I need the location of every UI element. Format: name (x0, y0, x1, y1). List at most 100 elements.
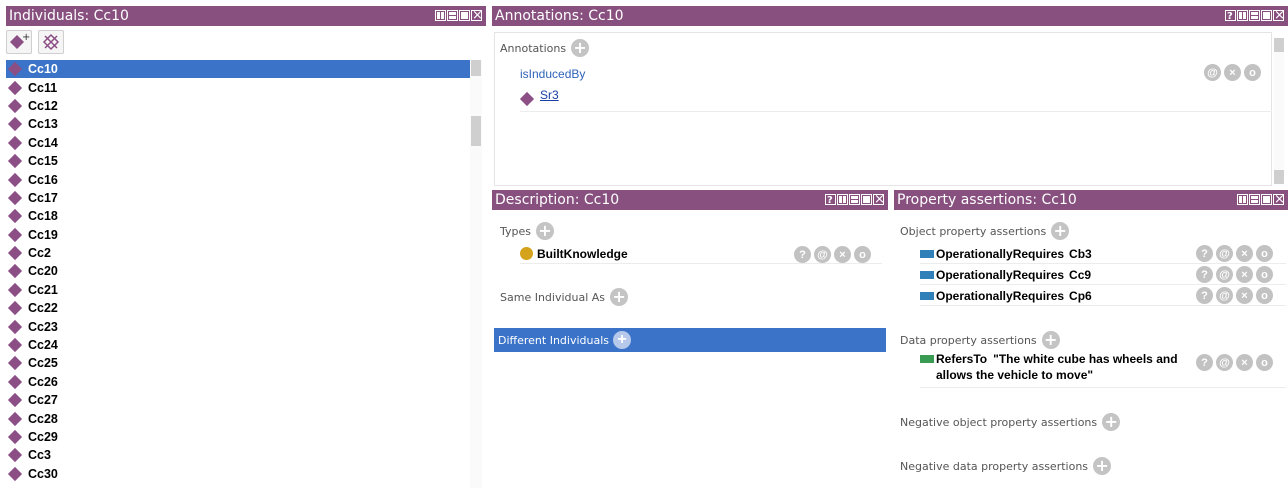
help-icon[interactable]: ? (1196, 266, 1213, 283)
edit-icon[interactable]: o (1256, 245, 1273, 262)
edit-icon[interactable]: o (1256, 266, 1273, 283)
help-icon[interactable] (825, 191, 836, 211)
split-horizontal-icon[interactable] (849, 194, 860, 205)
individuals-scrollbar-thumb[interactable] (471, 116, 481, 146)
list-item[interactable]: Cc28 (6, 409, 470, 427)
list-item[interactable]: Cc25 (6, 354, 470, 372)
list-item[interactable]: Cc26 (6, 373, 470, 391)
list-item[interactable]: Cc15 (6, 152, 470, 170)
annotate-icon[interactable]: @ (814, 246, 831, 263)
delete-icon[interactable]: × (1236, 266, 1253, 283)
maximize-icon[interactable] (1261, 194, 1272, 205)
individual-name: Cc28 (28, 411, 58, 426)
delete-individual-button[interactable] (38, 30, 64, 54)
individuals-scrollbar[interactable] (470, 60, 482, 488)
split-horizontal-icon[interactable] (1249, 10, 1260, 21)
edit-icon[interactable]: o (854, 246, 871, 263)
maximize-icon[interactable] (861, 194, 872, 205)
add-negative-object-property-icon[interactable]: + (1102, 413, 1121, 431)
annotation-property[interactable]: isInducedBy (520, 67, 585, 81)
description-title: Description: Cc10 (495, 192, 620, 208)
edit-icon[interactable]: o (1256, 287, 1273, 304)
annotations-section-label: Annotations (500, 41, 567, 55)
type-value[interactable]: BuiltKnowledge (537, 247, 628, 261)
delete-icon[interactable]: × (1236, 287, 1253, 304)
list-item[interactable]: Cc14 (6, 134, 470, 152)
annotate-icon[interactable]: @ (1216, 354, 1233, 371)
object-property-name[interactable]: OperationallyRequires (936, 247, 1064, 261)
annotate-icon[interactable]: @ (1204, 64, 1221, 81)
list-item[interactable]: Cc23 (6, 317, 470, 335)
close-icon[interactable] (873, 190, 885, 210)
add-same-individual-icon[interactable]: + (610, 288, 629, 306)
list-item[interactable]: Cc21 (6, 281, 470, 299)
close-icon[interactable] (1273, 6, 1285, 26)
annotations-scrollbar-thumb-bottom[interactable] (1274, 170, 1284, 184)
list-item[interactable]: Cc17 (6, 189, 470, 207)
individual-icon (7, 448, 23, 463)
add-data-property-icon[interactable]: + (1041, 331, 1060, 349)
list-item[interactable]: Cc2 (6, 244, 470, 262)
list-item[interactable]: Cc27 (6, 391, 470, 409)
list-item[interactable]: Cc24 (6, 336, 470, 354)
delete-icon[interactable]: × (834, 246, 851, 263)
list-item[interactable]: Cc20 (6, 262, 470, 280)
object-property-value[interactable]: Cb3 (1069, 247, 1092, 261)
edit-icon[interactable]: o (1244, 64, 1261, 81)
delete-individual-icon (42, 33, 60, 51)
list-item[interactable]: Cc19 (6, 226, 470, 244)
list-item[interactable]: Cc30 (6, 465, 470, 483)
split-vertical-icon[interactable] (837, 194, 848, 205)
add-negative-data-property-icon[interactable]: + (1093, 457, 1112, 475)
delete-icon[interactable]: × (1236, 245, 1253, 262)
individuals-toolbar: + (6, 30, 64, 54)
help-icon[interactable]: ? (794, 246, 811, 263)
split-vertical-icon[interactable] (1237, 10, 1248, 21)
list-item[interactable]: Cc13 (6, 115, 470, 133)
add-annotation-icon[interactable]: + (571, 39, 590, 57)
object-property-icon (920, 291, 934, 300)
help-icon[interactable]: ? (1196, 287, 1213, 304)
add-individual-button[interactable]: + (6, 30, 32, 54)
object-property-name[interactable]: OperationallyRequires (936, 268, 1064, 282)
delete-icon[interactable]: × (1224, 64, 1241, 81)
annotations-scrollbar[interactable] (1274, 38, 1284, 184)
help-icon[interactable]: ? (1196, 354, 1213, 371)
list-item[interactable]: Cc18 (6, 207, 470, 225)
help-icon[interactable] (1225, 7, 1236, 27)
list-item[interactable]: Cc22 (6, 299, 470, 317)
negative-data-property-label: Negative data property assertions (900, 459, 1089, 473)
split-horizontal-icon[interactable] (1249, 194, 1260, 205)
list-item[interactable]: Cc29 (6, 428, 470, 446)
list-item[interactable]: Cc11 (6, 78, 470, 96)
annotate-icon[interactable]: @ (1216, 266, 1233, 283)
list-item[interactable]: Cc3 (6, 446, 470, 464)
close-icon[interactable] (471, 6, 483, 26)
add-object-property-icon[interactable]: + (1051, 222, 1070, 240)
close-icon[interactable] (1273, 190, 1285, 210)
annotation-value[interactable]: Sr3 (540, 88, 559, 102)
annotate-icon[interactable]: @ (1216, 245, 1233, 262)
individuals-scrollbar-handle[interactable] (471, 60, 481, 76)
maximize-icon[interactable] (1261, 10, 1272, 21)
split-vertical-icon[interactable] (1237, 194, 1248, 205)
types-label: Types (500, 224, 531, 238)
split-horizontal-icon[interactable] (447, 10, 458, 21)
split-vertical-icon[interactable] (435, 10, 446, 21)
data-property-name[interactable]: RefersTo (936, 352, 987, 366)
list-item[interactable]: Cc12 (6, 97, 470, 115)
maximize-icon[interactable] (459, 10, 470, 21)
annotations-scrollbar-thumb[interactable] (1274, 38, 1284, 52)
object-property-value[interactable]: Cc9 (1069, 268, 1091, 282)
different-individuals-section[interactable]: Different Individuals + (494, 328, 886, 352)
annotate-icon[interactable]: @ (1216, 287, 1233, 304)
delete-icon[interactable]: × (1236, 354, 1253, 371)
list-item[interactable]: Cc16 (6, 170, 470, 188)
edit-icon[interactable]: o (1256, 354, 1273, 371)
add-type-icon[interactable]: + (536, 222, 554, 240)
help-icon[interactable]: ? (1196, 245, 1213, 262)
object-property-value[interactable]: Cp6 (1069, 289, 1092, 303)
list-item[interactable]: Cc10 (6, 60, 470, 79)
object-property-name[interactable]: OperationallyRequires (936, 289, 1064, 303)
add-different-individual-icon[interactable]: + (613, 331, 632, 349)
